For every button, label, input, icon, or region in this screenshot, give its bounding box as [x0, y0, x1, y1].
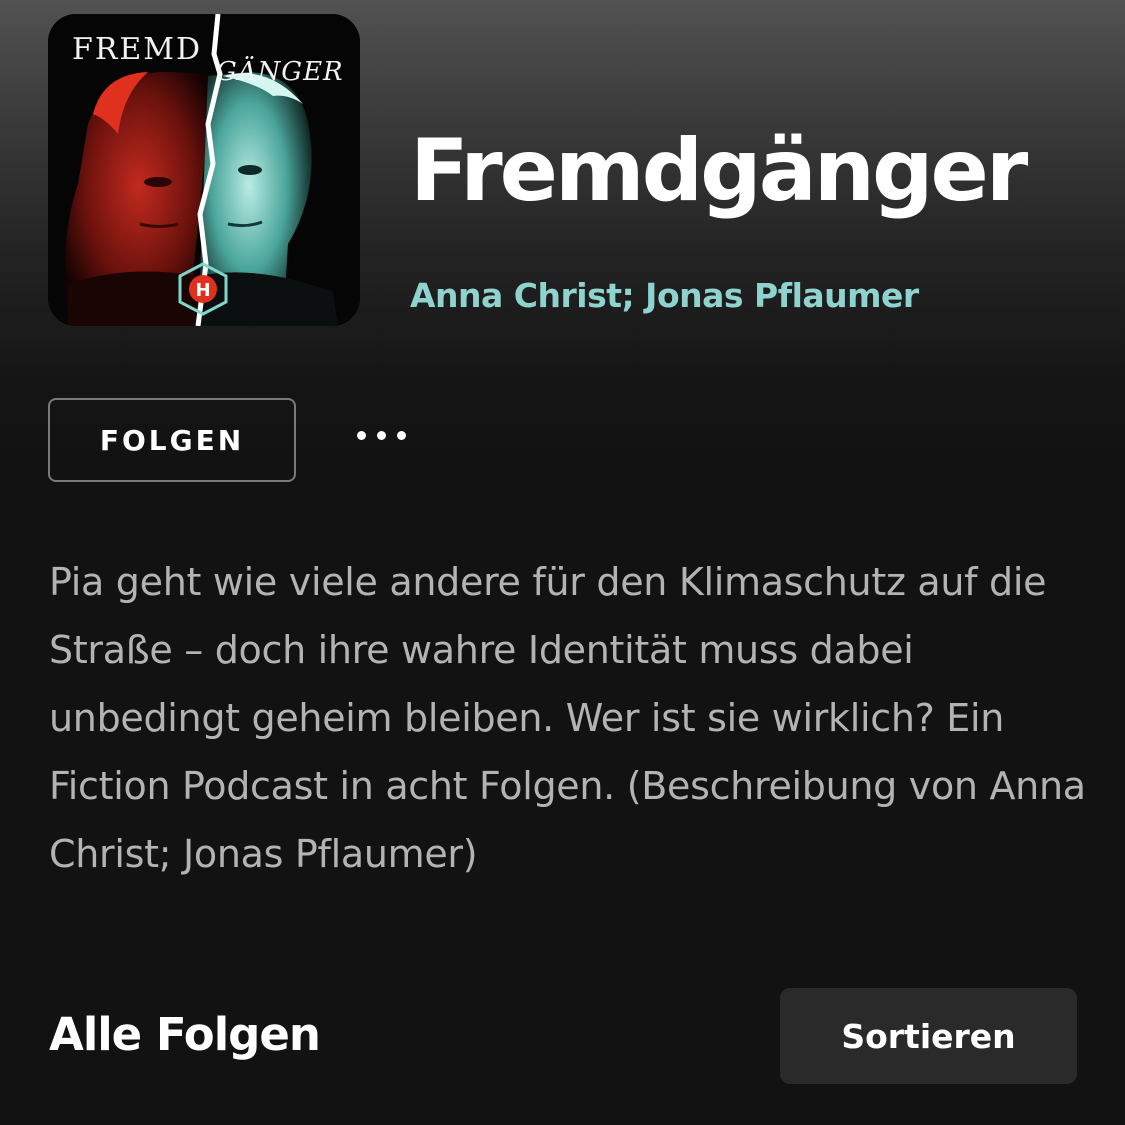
podcast-description: Pia geht wie viele andere für den Klimas…: [49, 560, 1086, 876]
cover-logo-letter: H: [195, 280, 210, 301]
more-horizontal-icon: [356, 430, 406, 440]
all-episodes-heading: Alle Folgen: [49, 1008, 321, 1061]
podcast-title: Fremdgänger: [410, 121, 1028, 221]
cover-title-left: FREMD: [72, 32, 202, 67]
follow-button[interactable]: FOLGEN: [48, 398, 296, 482]
more-options-button[interactable]: [346, 410, 416, 460]
podcast-authors[interactable]: Anna Christ; Jonas Pflaumer: [410, 276, 919, 315]
sort-button[interactable]: Sortieren: [780, 988, 1077, 1084]
cover-title-right: GÄNGER: [216, 56, 344, 87]
podcast-page: FREMD GÄNGER H Fremdgänger Anna Christ; …: [0, 0, 1125, 1125]
podcast-cover-art: FREMD GÄNGER H: [48, 14, 360, 326]
